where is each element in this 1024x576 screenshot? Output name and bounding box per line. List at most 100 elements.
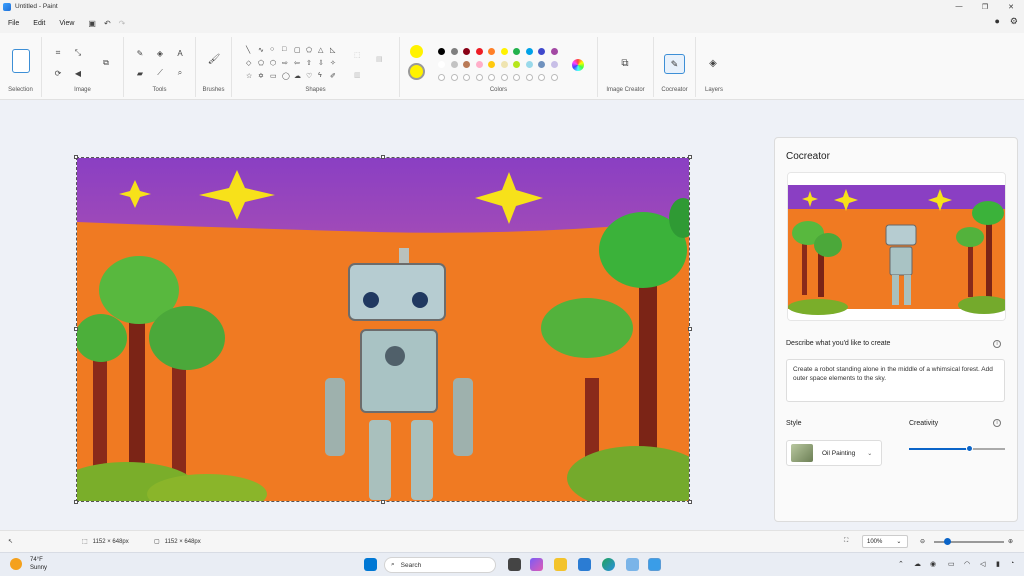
- menu-file[interactable]: File: [8, 20, 19, 27]
- paint-taskbar-icon[interactable]: [648, 558, 661, 571]
- weather-widget[interactable]: 74°F Sunny: [10, 556, 47, 572]
- pen-shape-icon[interactable]: ✐: [330, 72, 336, 80]
- notification-icon[interactable]: ◔: [1010, 560, 1014, 567]
- color-swatch[interactable]: [438, 61, 445, 68]
- account-icon[interactable]: ●: [994, 16, 999, 27]
- start-icon[interactable]: [364, 558, 377, 571]
- menu-edit[interactable]: Edit: [33, 20, 45, 27]
- color-picker-icon[interactable]: ⟋: [154, 67, 166, 79]
- generated-image-preview[interactable]: [787, 172, 1006, 321]
- resize-handle-right[interactable]: [688, 327, 692, 331]
- color-swatch[interactable]: [438, 48, 445, 55]
- creativity-info-icon[interactable]: i: [993, 419, 1001, 427]
- color-swatch[interactable]: [550, 61, 558, 68]
- photos-icon[interactable]: [626, 558, 639, 571]
- copilot-icon[interactable]: [530, 558, 543, 571]
- color-swatch[interactable]: [475, 48, 483, 55]
- resize-handle-bottom[interactable]: [381, 500, 385, 504]
- volume-icon[interactable]: ◁: [980, 560, 985, 568]
- image-creator-icon[interactable]: ⧉: [619, 57, 631, 69]
- custom-color-slot[interactable]: [513, 74, 520, 81]
- edge-icon[interactable]: [602, 558, 615, 571]
- custom-color-slot[interactable]: [475, 74, 483, 81]
- shape-outline-icon[interactable]: ⬚: [354, 51, 361, 59]
- shape-size-icon[interactable]: ▥: [354, 71, 361, 79]
- text-icon[interactable]: A: [174, 47, 186, 59]
- line-shape-icon[interactable]: ╲: [246, 46, 250, 54]
- resize-handle-br[interactable]: [688, 500, 692, 504]
- wifi-icon[interactable]: ◠: [964, 560, 970, 568]
- up-arrow-shape-icon[interactable]: ⇧: [306, 59, 312, 67]
- custom-color-slot[interactable]: [438, 74, 445, 81]
- color-swatch[interactable]: [450, 48, 458, 55]
- color-swatch[interactable]: [550, 48, 558, 55]
- down-arrow-shape-icon[interactable]: ⇩: [318, 59, 324, 67]
- flip-icon[interactable]: ◀: [72, 67, 84, 79]
- prompt-textarea[interactable]: Create a robot standing alone in the mid…: [786, 359, 1005, 402]
- drawing-canvas[interactable]: [76, 157, 690, 502]
- battery-icon[interactable]: ▮: [996, 560, 1000, 568]
- redo-icon[interactable]: ↷: [119, 19, 126, 28]
- color-swatch[interactable]: [538, 61, 545, 68]
- color-swatch[interactable]: [475, 61, 483, 68]
- curve-shape-icon[interactable]: ∿: [258, 46, 264, 54]
- lightning-shape-icon[interactable]: ϟ: [318, 72, 322, 79]
- layers-icon[interactable]: ◈: [707, 57, 719, 69]
- right-triangle-shape-icon[interactable]: ◺: [330, 46, 335, 54]
- color-swatch[interactable]: [463, 48, 470, 55]
- triangle-shape-icon[interactable]: △: [318, 46, 323, 54]
- shape-fill-icon[interactable]: ▤: [376, 55, 383, 63]
- menu-view[interactable]: View: [59, 20, 74, 27]
- custom-color-slot[interactable]: [500, 74, 508, 81]
- cloud-icon[interactable]: ☁: [914, 560, 921, 568]
- custom-color-slot[interactable]: [550, 74, 558, 81]
- magnifier-icon[interactable]: ⌕: [174, 67, 186, 79]
- left-arrow-shape-icon[interactable]: ⇦: [294, 59, 300, 67]
- resize-handle-top[interactable]: [381, 155, 385, 159]
- fit-to-window-icon[interactable]: ⛶: [844, 538, 848, 545]
- resize-handle-bl[interactable]: [74, 500, 78, 504]
- style-dropdown[interactable]: Oil Painting ⌄: [786, 440, 882, 466]
- star-five-shape-icon[interactable]: ☆: [246, 72, 252, 80]
- rounded-rect-shape-icon[interactable]: ▢: [294, 46, 301, 54]
- callout-rect-shape-icon[interactable]: ▭: [270, 72, 277, 80]
- edit-colors-icon[interactable]: [572, 59, 584, 71]
- crop-icon[interactable]: ⌗: [52, 47, 64, 59]
- color-swatch[interactable]: [488, 48, 495, 55]
- right-arrow-shape-icon[interactable]: ⇨: [282, 59, 288, 67]
- hexagon-shape-icon[interactable]: ⬡: [270, 59, 276, 67]
- pencil-icon[interactable]: ✎: [134, 47, 146, 59]
- zoom-slider[interactable]: [934, 538, 1004, 545]
- app-tray-icon[interactable]: ◉: [930, 560, 936, 568]
- creativity-slider[interactable]: [909, 445, 1005, 452]
- eraser-icon[interactable]: ▰: [134, 67, 146, 79]
- zoom-out-icon[interactable]: ⊖: [920, 538, 925, 545]
- heart-shape-icon[interactable]: ♡: [306, 72, 312, 80]
- primary-color-swatch[interactable]: [410, 45, 423, 58]
- secondary-color-swatch[interactable]: [408, 63, 425, 80]
- star-six-shape-icon[interactable]: ✡: [258, 72, 264, 80]
- callout-cloud-shape-icon[interactable]: ☁: [294, 72, 301, 80]
- save-icon[interactable]: ▣: [88, 19, 96, 28]
- callout-oval-shape-icon[interactable]: ◯: [282, 72, 290, 80]
- color-swatch[interactable]: [525, 48, 533, 55]
- custom-color-slot[interactable]: [538, 74, 545, 81]
- custom-color-slot[interactable]: [450, 74, 458, 81]
- image-select-icon[interactable]: ⧉: [100, 57, 112, 69]
- zoom-in-icon[interactable]: ⊕: [1008, 538, 1013, 545]
- brush-icon[interactable]: 🖌: [208, 53, 221, 65]
- maximize-button[interactable]: ❐: [972, 0, 998, 13]
- tray-chevron-icon[interactable]: ⌃: [898, 560, 904, 568]
- zoom-select[interactable]: 100% ⌄: [862, 535, 908, 548]
- close-button[interactable]: ✕: [998, 0, 1024, 13]
- resize-handle-left[interactable]: [74, 327, 78, 331]
- custom-color-slot[interactable]: [488, 74, 495, 81]
- rectangle-shape-icon[interactable]: □: [282, 46, 286, 53]
- task-view-icon[interactable]: [508, 558, 521, 571]
- fill-bucket-icon[interactable]: ◈: [154, 47, 166, 59]
- color-swatch[interactable]: [538, 48, 545, 55]
- cocreator-icon[interactable]: ✎: [664, 54, 685, 74]
- selection-tool-icon[interactable]: [12, 49, 30, 73]
- display-icon[interactable]: ▭: [948, 560, 955, 568]
- file-explorer-icon[interactable]: [554, 558, 567, 571]
